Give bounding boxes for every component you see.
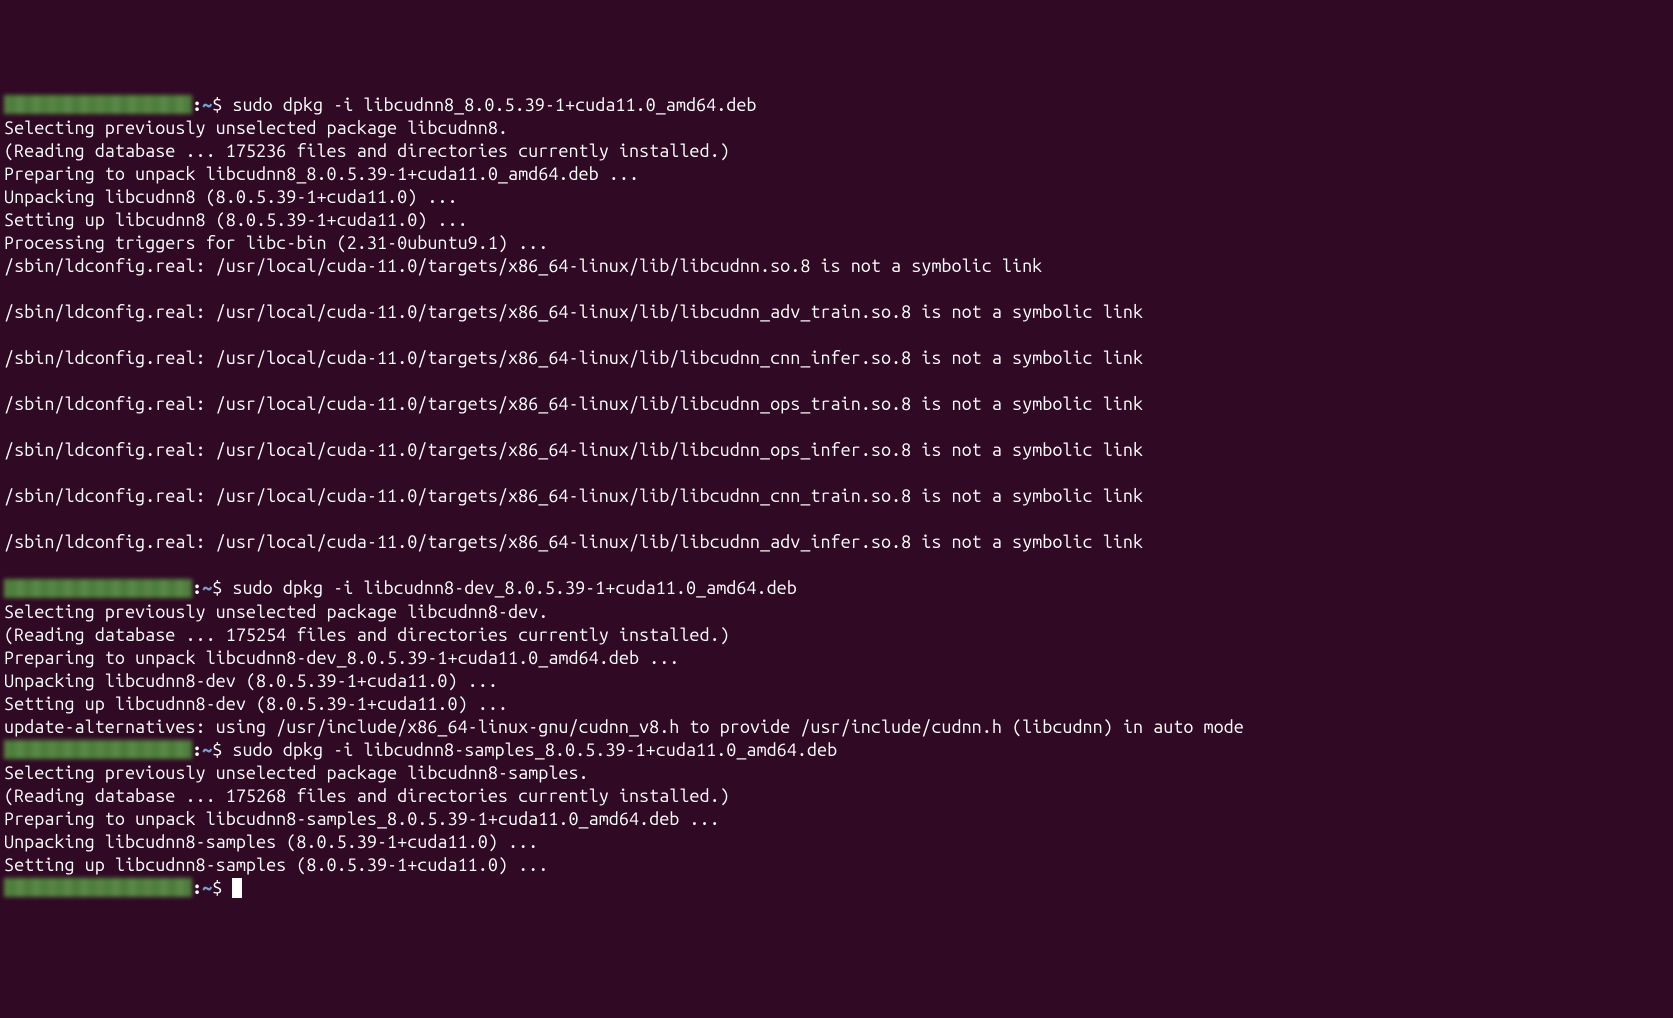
- command-text[interactable]: sudo dpkg -i libcudnn8_8.0.5.39-1+cuda11…: [232, 95, 756, 115]
- output-line: Setting up libcudnn8 (8.0.5.39-1+cuda11.…: [4, 209, 1669, 232]
- prompt-line[interactable]: :~$: [4, 877, 1669, 901]
- prompt-user-host-blurred: [4, 878, 192, 897]
- command-text[interactable]: sudo dpkg -i libcudnn8-dev_8.0.5.39-1+cu…: [232, 578, 796, 598]
- prompt-path: ~: [202, 578, 212, 598]
- prompt-dollar: $: [212, 878, 232, 898]
- output-line: Unpacking libcudnn8-dev (8.0.5.39-1+cuda…: [4, 670, 1669, 693]
- prompt-line[interactable]: :~$ sudo dpkg -i libcudnn8-samples_8.0.5…: [4, 739, 1669, 762]
- output-line: Setting up libcudnn8-dev (8.0.5.39-1+cud…: [4, 693, 1669, 716]
- output-line: [4, 278, 1669, 301]
- output-line: /sbin/ldconfig.real: /usr/local/cuda-11.…: [4, 531, 1669, 554]
- output-line: /sbin/ldconfig.real: /usr/local/cuda-11.…: [4, 485, 1669, 508]
- output-line: Selecting previously unselected package …: [4, 117, 1669, 140]
- output-line: Processing triggers for libc-bin (2.31-0…: [4, 232, 1669, 255]
- output-line: Selecting previously unselected package …: [4, 762, 1669, 785]
- output-line: [4, 416, 1669, 439]
- output-line: Preparing to unpack libcudnn8-dev_8.0.5.…: [4, 647, 1669, 670]
- output-line: /sbin/ldconfig.real: /usr/local/cuda-11.…: [4, 301, 1669, 324]
- output-line: Preparing to unpack libcudnn8_8.0.5.39-1…: [4, 163, 1669, 186]
- prompt-colon: :: [192, 740, 202, 760]
- output-line: /sbin/ldconfig.real: /usr/local/cuda-11.…: [4, 255, 1669, 278]
- prompt-colon: :: [192, 878, 202, 898]
- output-line: (Reading database ... 175236 files and d…: [4, 140, 1669, 163]
- prompt-line[interactable]: :~$ sudo dpkg -i libcudnn8-dev_8.0.5.39-…: [4, 577, 1669, 600]
- prompt-user-host-blurred: [4, 95, 192, 114]
- output-line: [4, 508, 1669, 531]
- output-line: [4, 462, 1669, 485]
- output-line: Setting up libcudnn8-samples (8.0.5.39-1…: [4, 854, 1669, 877]
- output-line: (Reading database ... 175268 files and d…: [4, 785, 1669, 808]
- prompt-colon: :: [192, 95, 202, 115]
- prompt-user-host-blurred: [4, 579, 192, 598]
- output-line: update-alternatives: using /usr/include/…: [4, 716, 1669, 739]
- prompt-dollar: $: [212, 95, 232, 115]
- output-line: /sbin/ldconfig.real: /usr/local/cuda-11.…: [4, 393, 1669, 416]
- output-line: (Reading database ... 175254 files and d…: [4, 624, 1669, 647]
- output-line: /sbin/ldconfig.real: /usr/local/cuda-11.…: [4, 439, 1669, 462]
- output-line: /sbin/ldconfig.real: /usr/local/cuda-11.…: [4, 347, 1669, 370]
- prompt-dollar: $: [212, 740, 232, 760]
- prompt-path: ~: [202, 740, 212, 760]
- command-text[interactable]: sudo dpkg -i libcudnn8-samples_8.0.5.39-…: [232, 740, 837, 760]
- prompt-user-host-blurred: [4, 740, 192, 759]
- output-line: [4, 324, 1669, 347]
- output-line: [4, 370, 1669, 393]
- output-line: Unpacking libcudnn8 (8.0.5.39-1+cuda11.0…: [4, 186, 1669, 209]
- output-line: Preparing to unpack libcudnn8-samples_8.…: [4, 808, 1669, 831]
- output-line: Unpacking libcudnn8-samples (8.0.5.39-1+…: [4, 831, 1669, 854]
- terminal-window[interactable]: :~$ sudo dpkg -i libcudnn8_8.0.5.39-1+cu…: [4, 94, 1669, 901]
- prompt-colon: :: [192, 578, 202, 598]
- prompt-path: ~: [202, 95, 212, 115]
- output-line: Selecting previously unselected package …: [4, 601, 1669, 624]
- cursor-icon: [232, 878, 242, 898]
- output-line: [4, 554, 1669, 577]
- prompt-dollar: $: [212, 578, 232, 598]
- prompt-path: ~: [202, 878, 212, 898]
- prompt-line[interactable]: :~$ sudo dpkg -i libcudnn8_8.0.5.39-1+cu…: [4, 94, 1669, 117]
